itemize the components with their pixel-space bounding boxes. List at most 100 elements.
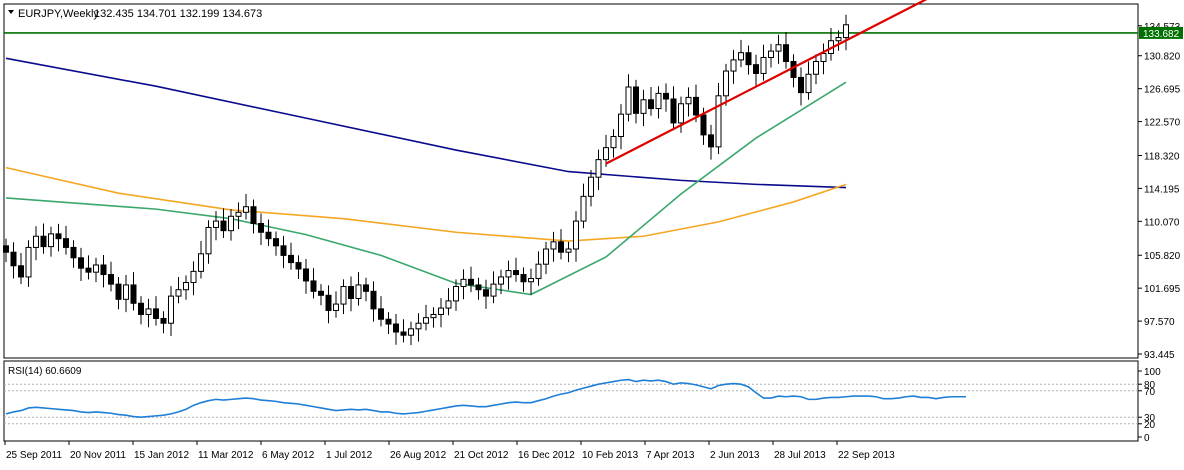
rsi-tick-label: 70 [1144, 387, 1156, 398]
price-tick-label: 130.820 [1144, 52, 1181, 63]
price-tick-label: 110.070 [1144, 217, 1180, 228]
price-tick-label: 122.570 [1144, 118, 1181, 129]
candle-body [190, 270, 197, 284]
candle-body [18, 265, 24, 278]
candle-body [10, 251, 17, 267]
candle-body [475, 284, 482, 291]
candle-body [505, 270, 512, 278]
candle-body [160, 317, 167, 324]
date-tick-label: 26 Aug 2012 [390, 450, 447, 461]
candle-body [738, 52, 744, 61]
candle-body [400, 331, 407, 336]
rsi-panel: 25 Sep 2011 20 Nov 2011 15 Jan 2012 11 Mar … [3, 360, 1161, 461]
candle-body [723, 70, 729, 97]
candle-body [588, 176, 594, 197]
candle-body [618, 113, 624, 137]
candle-body [640, 99, 647, 114]
candle-body [663, 92, 669, 100]
price-tick-label: 126.695 [1144, 85, 1181, 96]
candle-body [93, 264, 99, 273]
price-panel-frame [3, 3, 1139, 359]
rsi-panel-frame [3, 360, 1139, 442]
candle-body [498, 276, 504, 285]
candle-body [715, 95, 722, 148]
candle-body [295, 262, 302, 270]
candle-body [48, 233, 54, 248]
candle-body [415, 322, 422, 330]
candle-body [678, 103, 684, 124]
candle-body [423, 317, 429, 324]
candle-body [325, 294, 332, 311]
candle-body [63, 238, 69, 248]
candle-body [775, 44, 782, 52]
candle-body [145, 308, 152, 315]
candle-body [198, 253, 204, 272]
rsi-line [5, 378, 966, 419]
candle-body [385, 318, 392, 325]
trend-line [605, 0, 928, 165]
candle-body [445, 300, 452, 309]
candle-body [768, 50, 774, 58]
candle-body [175, 289, 182, 297]
price-tick-label: 105.820 [1144, 251, 1181, 262]
candle-body [453, 286, 459, 302]
candle-body [355, 284, 362, 299]
candle-body [288, 254, 294, 264]
date-tick-label: 16 Dec 2012 [518, 450, 575, 461]
candle-body [460, 278, 467, 288]
candle-body [805, 73, 812, 94]
candle-body [333, 303, 339, 311]
candle-body [378, 308, 384, 320]
ohlc-values: 132.435 134.701 132.199 134.673 [94, 8, 262, 20]
candle-body [363, 284, 369, 292]
candle-body [670, 98, 677, 124]
date-tick-label: 21 Oct 2012 [454, 450, 509, 461]
candle-body [3, 245, 9, 253]
candle-body [820, 52, 827, 62]
candle-body [85, 267, 92, 273]
candle-body [220, 220, 227, 232]
candle-body [708, 134, 714, 148]
symbol-title: EURJPY,Weekly [18, 8, 99, 20]
candle-body [813, 60, 819, 75]
date-tick-label: 28 Jul 2013 [774, 450, 826, 461]
candle-body [430, 313, 437, 319]
candle-body [573, 220, 579, 250]
date-tick-label: 1 Jul 2012 [326, 450, 373, 461]
candle-body [243, 206, 249, 213]
candle-body [760, 56, 767, 74]
candle-body [655, 92, 662, 110]
rsi-tick-label: 0 [1144, 433, 1150, 444]
date-tick-label: 10 Feb 2013 [582, 450, 639, 461]
candle-body [610, 135, 617, 149]
candle-body [138, 302, 144, 315]
date-tick-label: 7 Apr 2013 [646, 450, 695, 461]
price-marker-label: 133.682 [1143, 29, 1180, 40]
date-tick-label: 11 Mar 2012 [198, 450, 254, 461]
candle-body [843, 24, 849, 39]
candle-body [78, 257, 84, 269]
candle-body [783, 44, 789, 62]
date-tick-label: 15 Jan 2012 [134, 450, 189, 461]
candle-body [393, 323, 399, 333]
candle-body [130, 284, 137, 304]
candle-body [580, 195, 587, 222]
candle-body [168, 295, 174, 324]
candle-body [310, 280, 317, 292]
date-tick-label: 25 Sep 2011 [6, 450, 62, 461]
chart-canvas: 134.573130.820126.695122.570118.320114.1… [3, 0, 1183, 461]
candle-body [483, 289, 489, 297]
candle-body [55, 233, 62, 240]
candle-body [625, 86, 632, 115]
price-tick-label: 114.195 [1144, 184, 1180, 195]
candle-body [798, 76, 804, 94]
candle-body [528, 278, 534, 283]
candle-body [33, 235, 39, 248]
title-dropdown-icon [8, 10, 14, 14]
candle-body [370, 290, 377, 310]
candle-body [213, 220, 219, 228]
candle-body [730, 59, 737, 72]
candle-body [70, 246, 77, 259]
price-tick-label: 97.570 [1144, 317, 1175, 328]
candle-body [205, 226, 212, 255]
